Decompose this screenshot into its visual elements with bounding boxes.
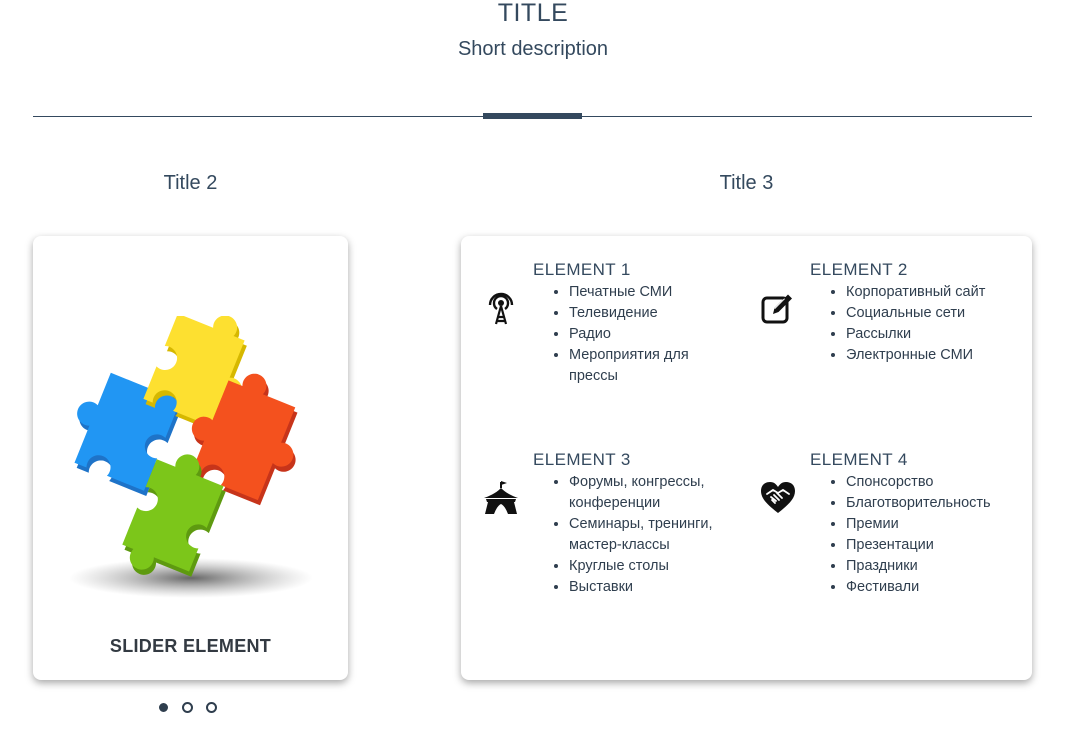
list-item: Семинары, тренинги, мастер-классы [569, 514, 744, 556]
element-4-title: ELEMENT 4 [810, 450, 908, 469]
list-item: Премии [846, 514, 991, 535]
element-3-list: Форумы, конгрессы, конференции Семинары,… [533, 472, 744, 598]
divider-accent [483, 113, 582, 119]
slider-caption: SLIDER ELEMENT [109, 636, 272, 656]
handshake-heart-icon [761, 482, 795, 513]
tent-icon [484, 481, 518, 514]
element-4-list: Спонсорство Благотворительность Премии П… [810, 472, 991, 598]
page-description: Short description [457, 38, 609, 60]
list-item: Социальные сети [846, 303, 985, 324]
list-item: Электронные СМИ [846, 345, 985, 366]
slider-dot-3[interactable] [206, 702, 217, 713]
element-2-list: Корпоративный сайт Социальные сети Рассы… [810, 282, 985, 366]
list-item: Спонсорство [846, 472, 991, 493]
list-item: Благотворительность [846, 493, 991, 514]
list-item: Печатные СМИ [569, 282, 719, 303]
list-item: Фестивали [846, 577, 991, 598]
section-title-left: Title 2 [163, 172, 218, 194]
radio-tower-icon [488, 292, 514, 325]
slider-dot-2[interactable] [182, 702, 193, 713]
list-item: Радио [569, 324, 719, 345]
edit-icon [761, 294, 792, 324]
element-3-title: ELEMENT 3 [533, 450, 631, 469]
services-card: ELEMENT 1 Печатные СМИ Телевидение Радио… [461, 236, 1032, 680]
slider-card[interactable]: SLIDER ELEMENT [33, 236, 348, 680]
page-title: TITLE [497, 0, 569, 27]
element-1-title: ELEMENT 1 [533, 260, 631, 279]
list-item: Презентации [846, 535, 991, 556]
slider-dot-1[interactable] [159, 703, 168, 712]
list-item: Рассылки [846, 324, 985, 345]
list-item: Форумы, конгрессы, конференции [569, 472, 744, 514]
list-item: Круглые столы [569, 556, 744, 577]
list-item: Выставки [569, 577, 744, 598]
list-item: Телевидение [569, 303, 719, 324]
slider-pagination [158, 702, 217, 713]
section-title-right: Title 3 [719, 172, 774, 194]
puzzle-image [69, 316, 313, 598]
list-item: Корпоративный сайт [846, 282, 985, 303]
element-2-title: ELEMENT 2 [810, 260, 908, 279]
list-item: Мероприятия для прессы [569, 345, 719, 387]
element-1-list: Печатные СМИ Телевидение Радио Мероприят… [533, 282, 719, 387]
list-item: Праздники [846, 556, 991, 577]
